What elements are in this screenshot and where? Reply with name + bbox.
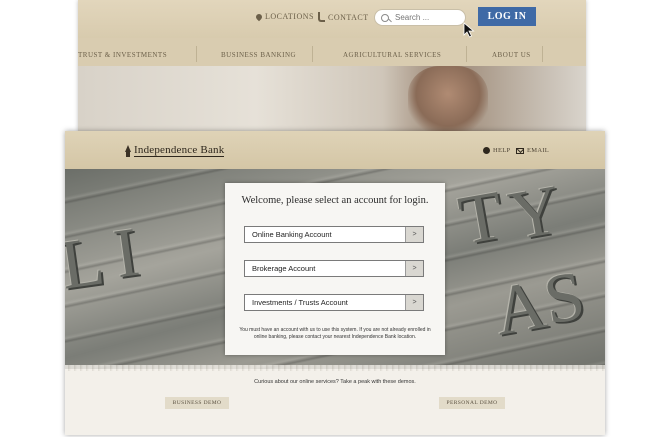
account-button-label: Online Banking Account [252, 230, 332, 239]
mail-icon [516, 147, 524, 154]
background-website: LOCATIONS CONTACT LOG IN TRUST & INVESTM… [78, 0, 586, 132]
locations-label: LOCATIONS [265, 12, 314, 21]
chevron-right-icon: > [405, 227, 423, 242]
contact-label: CONTACT [328, 12, 369, 22]
email-link[interactable]: EMAIL [516, 147, 549, 154]
locations-link[interactable]: LOCATIONS [254, 12, 314, 21]
business-demo-button[interactable]: BUSINESS DEMO [165, 397, 229, 409]
search-icon [381, 13, 389, 22]
brokerage-account-button[interactable]: Brokerage Account > [244, 260, 424, 277]
nav-about-us[interactable]: ABOUT US [492, 51, 531, 59]
search-input[interactable] [395, 13, 465, 22]
help-link[interactable]: HELP [483, 147, 510, 154]
background-top-bar: LOCATIONS CONTACT LOG IN [78, 0, 586, 38]
online-banking-account-button[interactable]: Online Banking Account > [244, 226, 424, 243]
nav-divider [312, 46, 313, 62]
account-button-label: Brokerage Account [252, 264, 316, 273]
contact-link[interactable]: CONTACT [318, 12, 369, 22]
location-pin-icon [254, 12, 264, 21]
bank-logo[interactable]: Independence Bank [125, 144, 225, 157]
help-icon [483, 147, 490, 154]
mouse-cursor-icon [463, 22, 475, 38]
nav-divider [466, 46, 467, 62]
enrollment-note: You must have an account with us to use … [239, 327, 431, 340]
nav-divider [542, 46, 543, 62]
hero-person-image [408, 66, 488, 132]
login-button[interactable]: LOG IN [478, 7, 536, 26]
nav-trust-investments[interactable]: TRUST & INVESTMENTS [78, 51, 167, 59]
investments-trusts-account-button[interactable]: Investments / Trusts Account > [244, 294, 424, 311]
login-header: Independence Bank HELP EMAIL [65, 131, 605, 169]
nav-agricultural-services[interactable]: AGRICULTURAL SERVICES [343, 51, 441, 59]
demo-section: Curious about our online services? Take … [65, 369, 605, 435]
torn-edge-divider [65, 365, 605, 371]
hero-stone-background: L I T Y A S Welcome, please select an ac… [65, 169, 605, 369]
brand-name: Independence Bank [134, 144, 225, 157]
search-box[interactable] [374, 9, 466, 26]
nav-business-banking[interactable]: BUSINESS BANKING [221, 51, 296, 59]
demo-prompt: Curious about our online services? Take … [254, 379, 416, 385]
chevron-right-icon: > [405, 261, 423, 276]
dialog-title: Welcome, please select an account for lo… [241, 195, 429, 206]
email-label: EMAIL [527, 147, 550, 154]
account-button-label: Investments / Trusts Account [252, 298, 348, 307]
help-label: HELP [493, 147, 511, 154]
account-select-dialog: Welcome, please select an account for lo… [225, 183, 445, 355]
main-navigation: TRUST & INVESTMENTS BUSINESS BANKING AGR… [78, 44, 586, 66]
chevron-right-icon: > [405, 295, 423, 310]
phone-icon [318, 12, 325, 22]
tower-logo-icon [125, 144, 131, 157]
nav-divider [196, 46, 197, 62]
hero-photo [78, 66, 586, 132]
login-page: Independence Bank HELP EMAIL L I T Y A S… [65, 131, 605, 435]
personal-demo-button[interactable]: PERSONAL DEMO [439, 397, 505, 409]
